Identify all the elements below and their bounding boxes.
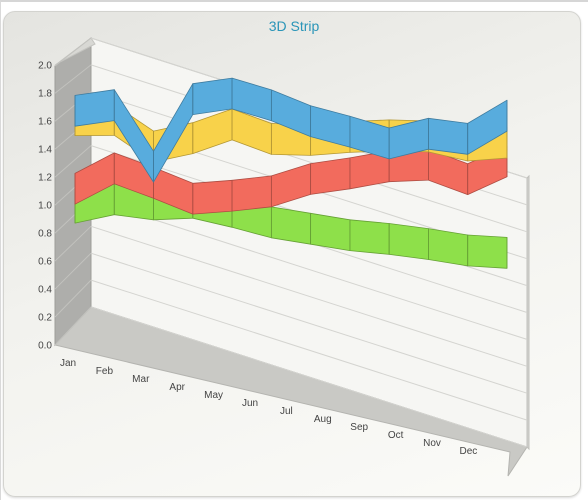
x-tick-label: Nov bbox=[423, 438, 441, 449]
x-tick-label: Feb bbox=[96, 366, 114, 377]
strip-segment bbox=[310, 157, 351, 195]
x-tick-label: Sep bbox=[350, 422, 368, 433]
wall-right-edge bbox=[526, 174, 530, 451]
x-tick-label: Aug bbox=[314, 414, 332, 425]
strip-segment bbox=[231, 175, 272, 212]
y-tick-label: 0.8 bbox=[38, 229, 52, 240]
x-tick-label: Dec bbox=[460, 446, 478, 457]
x-tick-label: Jul bbox=[280, 406, 293, 417]
x-tick-label: Jun bbox=[242, 398, 258, 409]
y-tick-label: 0.0 bbox=[38, 341, 52, 352]
strip-segment bbox=[192, 179, 233, 215]
strip-segment bbox=[427, 117, 469, 155]
y-tick-label: 0.2 bbox=[38, 313, 52, 324]
strip-segment bbox=[427, 228, 469, 267]
x-tick-label: Mar bbox=[132, 374, 150, 385]
y-tick-label: 1.2 bbox=[38, 173, 52, 184]
strip-segment bbox=[467, 234, 508, 269]
x-tick-label: Oct bbox=[388, 430, 404, 441]
strip-segment bbox=[310, 212, 351, 252]
chart-plot: 0.0 0.2 0.4 0.6 0.8 1.0 1.2 1.4 1.6 1.8 2.0 Jan Feb… bbox=[38, 36, 530, 477]
y-axis-labels: 0.0 0.2 0.4 0.6 0.8 1.0 1.2 1.4 1.6 1.8 2.0 bbox=[38, 61, 52, 352]
y-tick-label: 0.6 bbox=[38, 257, 52, 268]
strip-segment bbox=[388, 223, 429, 260]
x-tick-label: May bbox=[204, 390, 223, 401]
y-tick-label: 1.6 bbox=[38, 117, 52, 128]
strip-segment bbox=[349, 219, 390, 255]
strip-segment bbox=[192, 77, 233, 115]
y-tick-label: 0.4 bbox=[38, 285, 52, 296]
y-tick-label: 1.8 bbox=[38, 89, 52, 100]
y-tick-label: 2.0 bbox=[38, 61, 52, 72]
y-tick-label: 1.0 bbox=[38, 201, 52, 212]
strip-segment bbox=[74, 89, 115, 127]
strip-segment bbox=[270, 206, 312, 245]
y-tick-label: 1.4 bbox=[38, 145, 52, 156]
x-tick-label: Apr bbox=[169, 382, 185, 393]
x-tick-label: Jan bbox=[60, 358, 76, 369]
